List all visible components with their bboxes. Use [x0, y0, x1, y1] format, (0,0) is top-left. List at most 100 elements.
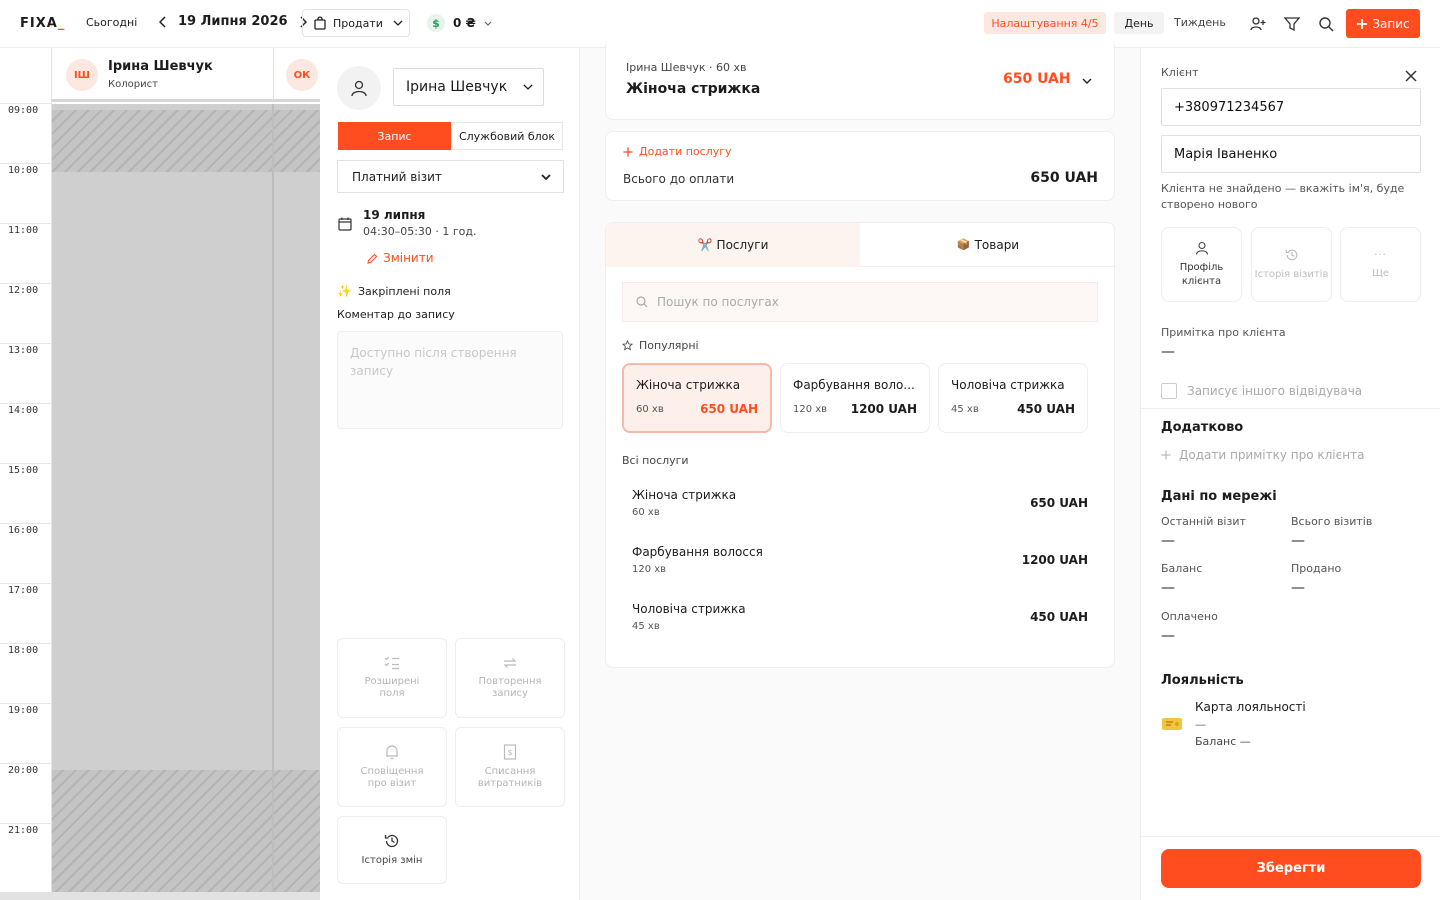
record-form-panel: Ірина Шевчук Запис Службовий блок Платни…: [320, 48, 580, 900]
checklist-icon: [384, 656, 400, 670]
visit-notifications-button[interactable]: Сповіщення про візит: [337, 727, 447, 807]
non-working-hours: [52, 770, 320, 892]
record-date: 19 липня: [363, 208, 426, 222]
view-week-button[interactable]: Тиждень: [1174, 16, 1226, 29]
change-history-button[interactable]: Історія змін: [337, 816, 447, 884]
balance-value: —: [1161, 580, 1175, 596]
repeat-record-button[interactable]: Повторення запису: [455, 638, 565, 718]
hour-gridline: [0, 163, 52, 164]
selected-service-card[interactable]: Ірина Шевчук · 60 хв Жіноча стрижка 650 …: [605, 44, 1115, 120]
client-phone-field[interactable]: +380971234567: [1161, 88, 1421, 126]
plus-icon: [623, 147, 633, 157]
pinned-fields[interactable]: ✨ Закріплені поля: [337, 284, 451, 298]
hour-label: 17:00: [8, 585, 39, 596]
hour-gridline: [0, 223, 52, 224]
chevron-down-icon: [541, 173, 551, 180]
add-client-note-link[interactable]: Додати примітку про клієнта: [1161, 448, 1364, 462]
list-item[interactable]: Жіноча стрижка 60 хв 650 UAH: [622, 479, 1098, 529]
extended-fields-button[interactable]: Розширені поля: [337, 638, 447, 718]
staff-column-header-2[interactable]: ОК: [274, 48, 320, 102]
hour-gridline: [0, 583, 52, 584]
change-time-link[interactable]: Змінити: [367, 251, 434, 265]
master-select[interactable]: Ірина Шевчук: [393, 68, 544, 106]
hour-gridline: [0, 703, 52, 704]
svg-text:$: $: [507, 748, 512, 757]
popular-service-card[interactable]: Чоловіча стрижка 45 хв 450 UAH: [938, 363, 1088, 433]
chevron-down-icon[interactable]: [1082, 78, 1092, 84]
list-item[interactable]: Чоловіча стрижка 45 хв 450 UAH: [622, 593, 1098, 643]
sold-label: Продано: [1291, 562, 1342, 575]
add-service-link[interactable]: Додати послугу: [623, 145, 732, 158]
tab-goods[interactable]: 📦 Товари: [860, 223, 1116, 267]
sell-dropdown[interactable]: Продати: [302, 9, 410, 37]
hour-label: 21:00: [8, 825, 39, 836]
comment-textarea[interactable]: Доступно після створення запису: [337, 331, 563, 429]
ticket-icon: [1161, 716, 1183, 732]
chevron-down-icon: [523, 84, 533, 90]
save-button[interactable]: Зберегти: [1161, 849, 1421, 888]
user-icon: [337, 66, 381, 110]
column-divider: [272, 104, 274, 892]
horizontal-scrollbar[interactable]: [0, 892, 320, 900]
plus-icon: [1161, 450, 1171, 460]
pencil-icon: [367, 253, 378, 264]
hour-gridline: [0, 523, 52, 524]
staff-column-header[interactable]: ІШ Ірина Шевчук Колорист: [52, 48, 274, 102]
divider: [1141, 408, 1440, 409]
loyalty-balance: Баланс —: [1195, 735, 1251, 748]
hour-gridline: [0, 763, 52, 764]
visit-history-button[interactable]: Історія візитів: [1251, 227, 1332, 302]
client-not-found-hint: Клієнта не знайдено — вкажіть ім'я, буде…: [1161, 182, 1405, 211]
add-user-icon[interactable]: [1249, 15, 1267, 33]
chevron-left-icon[interactable]: [156, 15, 170, 29]
filter-icon[interactable]: [1283, 15, 1301, 33]
tab-record[interactable]: Запис: [338, 122, 451, 150]
service-search-input[interactable]: Пошук по послугах: [622, 282, 1098, 322]
popular-service-card[interactable]: Жіноча стрижка 60 хв 650 UAH: [622, 363, 772, 433]
history-icon: [1285, 248, 1299, 262]
paid-label: Оплачено: [1161, 610, 1218, 623]
consumables-writeoff-button[interactable]: $ Списання витратників: [455, 727, 565, 807]
visit-type-select[interactable]: Платний візит: [337, 160, 564, 193]
other-visitor-checkbox[interactable]: Записує іншого відвідувача: [1161, 383, 1362, 399]
search-icon[interactable]: [1317, 15, 1335, 33]
hour-label: 11:00: [8, 225, 39, 236]
client-profile-button[interactable]: Профіль клієнта: [1161, 227, 1242, 302]
setup-progress-badge[interactable]: Налаштування 4/5: [984, 12, 1106, 34]
tab-services[interactable]: ✂️ Послуги: [606, 223, 860, 267]
hour-label: 15:00: [8, 465, 39, 476]
list-item[interactable]: Фарбування волосся 120 хв 1200 UAH: [622, 536, 1098, 586]
service-meta: Ірина Шевчук · 60 хв: [626, 61, 747, 74]
current-date[interactable]: 19 Липня 2026: [178, 14, 288, 29]
avatar: ІШ: [66, 59, 98, 91]
client-note-label: Примітка про клієнта: [1161, 326, 1286, 339]
calendar-icon: [338, 217, 352, 231]
dollar-icon: $: [427, 14, 445, 32]
tab-service-block[interactable]: Службовий блок: [451, 122, 563, 150]
logo[interactable]: FIXA_: [20, 16, 65, 31]
close-icon[interactable]: [1405, 70, 1417, 82]
hour-gridline: [0, 343, 52, 344]
totals-card: Додати послугу Всього до оплати 650 UAH: [605, 131, 1115, 201]
last-visit-value: —: [1161, 533, 1175, 549]
checkbox-icon: [1161, 383, 1177, 399]
more-button[interactable]: ··· Ще: [1340, 227, 1421, 302]
add-record-button[interactable]: Запис: [1346, 9, 1420, 38]
today-button[interactable]: Сьогодні: [86, 16, 137, 29]
avatar: ОК: [286, 59, 318, 91]
cash-balance[interactable]: $ 0 ₴: [427, 14, 492, 32]
star-icon: [622, 340, 633, 351]
client-panel: Клієнт +380971234567 Марія Іваненко Кліє…: [1140, 48, 1440, 900]
hour-label: 13:00: [8, 345, 39, 356]
total-visits-value: —: [1291, 533, 1305, 549]
non-working-hours: [52, 110, 320, 172]
view-day-button[interactable]: День: [1114, 12, 1164, 34]
staff-role: Колорист: [108, 79, 158, 90]
all-services-label: Всі послуги: [622, 454, 689, 467]
package-icon: 📦: [956, 238, 971, 251]
client-name-field[interactable]: Марія Іваненко: [1161, 135, 1421, 173]
time-column: 09:00 10:00 11:00 12:00 13:00 14:00 15:00 16:00…: [0, 48, 52, 900]
history-icon: [384, 833, 400, 849]
repeat-icon: [502, 656, 518, 670]
popular-service-card[interactable]: Фарбування воло... 120 хв 1200 UAH: [780, 363, 930, 433]
